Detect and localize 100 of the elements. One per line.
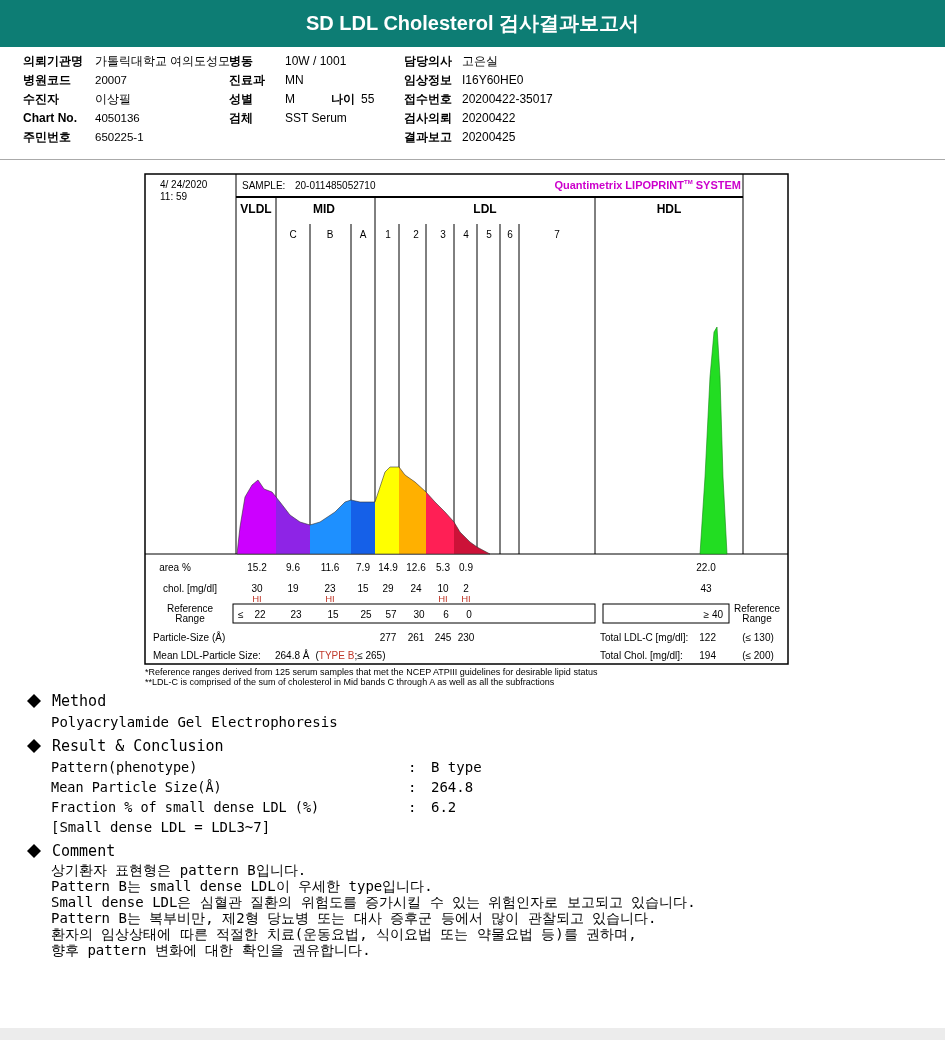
field-label: 검체 bbox=[229, 111, 254, 126]
comment-line: Pattern B는 복부비만, 제2형 당뇨병 또는 대사 증후군 등에서 많이 관찰되고 있습니다. bbox=[51, 910, 658, 926]
table-cell: 261 bbox=[407, 632, 425, 643]
table-cell: 43 bbox=[700, 583, 712, 594]
field-label: 접수번호 bbox=[404, 92, 453, 107]
result-value: 6.2 bbox=[431, 798, 457, 817]
field-value: I16Y60HE0 bbox=[462, 73, 525, 88]
result-value: B type bbox=[431, 758, 482, 777]
comment-line: 상기환자 표현형은 pattern B입니다. bbox=[51, 862, 308, 878]
colon-separator: : bbox=[408, 778, 418, 797]
subband-label: 6 bbox=[507, 229, 513, 240]
diamond-bullet-icon bbox=[27, 844, 41, 858]
table-cell: 5.3 bbox=[436, 562, 450, 573]
field-label: 담당의사 bbox=[404, 54, 453, 69]
mean-size-value: 264.8 Å (TYPE B;≤ 265) bbox=[275, 650, 386, 661]
footnote: **LDL-C is comprised of the sum of cholesterol in Mid bands C through A as well as all the subfractions bbox=[145, 677, 556, 687]
field-value: M bbox=[285, 92, 295, 107]
diamond-bullet-icon bbox=[27, 739, 41, 753]
field-value: 20200425 bbox=[462, 130, 517, 145]
field-value: 10W / 1001 bbox=[285, 54, 347, 69]
colon-separator: : bbox=[408, 758, 418, 777]
total-label: Total Chol. [mg/dl]: bbox=[600, 650, 683, 661]
field-value: 고은실 bbox=[462, 54, 499, 69]
field-value: 650225-1 bbox=[95, 130, 145, 145]
table-cell: 10 bbox=[437, 583, 449, 594]
subband-label: 3 bbox=[440, 229, 446, 240]
band-group-label: MID bbox=[313, 202, 335, 216]
row-label: area % bbox=[159, 562, 191, 573]
field-label: 의뢰기관명 bbox=[23, 54, 84, 69]
subband-label: B bbox=[326, 229, 334, 240]
field-value: 20007 bbox=[95, 73, 128, 88]
brand-logo-text: Quantimetrix LIPOPRINT$^{TM}$ SYSTEM bbox=[554, 179, 741, 191]
band-group-label: HDL bbox=[656, 202, 682, 216]
subband-label: 2 bbox=[413, 229, 419, 240]
field-value: 20200422-35017 bbox=[462, 92, 554, 107]
row-label: chol. [mg/dl] bbox=[163, 583, 217, 594]
table-cell: 245 bbox=[434, 632, 452, 643]
field-value: 20200422 bbox=[462, 111, 517, 126]
table-cell: 57 bbox=[385, 609, 397, 620]
row-label: Reference Range bbox=[733, 603, 781, 624]
field-label: 수진자 bbox=[23, 92, 60, 107]
field-label: Chart No. bbox=[23, 111, 78, 126]
result-label: Mean Particle Size(Å) bbox=[51, 778, 223, 797]
comment-line: 향후 pattern 변화에 대한 확인을 권유합니다. bbox=[51, 942, 372, 958]
subband-label: 7 bbox=[554, 229, 560, 240]
total-label: Total LDL-C [mg/dl]: bbox=[600, 632, 689, 643]
table-cell: 6 bbox=[443, 609, 449, 620]
table-cell: 30 bbox=[251, 583, 263, 594]
table-cell: 25 bbox=[360, 609, 372, 620]
field-label: 병동 bbox=[229, 54, 254, 69]
total-value: 122 bbox=[699, 632, 716, 643]
table-cell: 23 bbox=[290, 609, 302, 620]
table-cell: 30 bbox=[413, 609, 425, 620]
table-cell: 22.0 bbox=[696, 562, 716, 573]
total-value: 194 bbox=[699, 650, 716, 661]
field-label: 나이 bbox=[331, 92, 355, 107]
table-cell: 15.2 bbox=[247, 562, 267, 573]
band-group-label: VLDL bbox=[240, 202, 272, 216]
comment-line: 환자의 임상상태에 따른 적절한 치료(운동요법, 식이요법 또는 약물요법 등)를 권하며, bbox=[51, 926, 638, 942]
table-cell: 22 bbox=[254, 609, 266, 620]
less-equal-sign: ≤ bbox=[238, 609, 244, 620]
method-text: Polyacrylamide Gel Electrophoresis bbox=[51, 713, 339, 732]
table-cell: 9.6 bbox=[286, 562, 300, 573]
sample-time: 11: 59 bbox=[160, 191, 188, 202]
total-limit: (≤ 200) bbox=[742, 650, 774, 661]
table-cell: 15 bbox=[357, 583, 369, 594]
section-heading: Result & Conclusion bbox=[52, 737, 224, 755]
row-label: Mean LDL-Particle Size: bbox=[153, 650, 261, 661]
sample-id: 20-011485052710 bbox=[295, 180, 376, 191]
subband-label: A bbox=[359, 229, 367, 240]
high-indicator-text: HI bbox=[461, 593, 471, 604]
subband-label: C bbox=[289, 229, 297, 240]
subband-label: 4 bbox=[463, 229, 469, 240]
table-cell: 23 bbox=[324, 583, 336, 594]
table-cell: ≥ 40 bbox=[703, 609, 723, 620]
section-heading: Comment bbox=[52, 842, 116, 860]
field-label: 성별 bbox=[229, 92, 254, 107]
comment-line: Pattern B는 small dense LDL이 우세한 type입니다. bbox=[51, 878, 434, 894]
field-value: 55 bbox=[361, 92, 375, 107]
result-value: 264.8 bbox=[431, 778, 474, 797]
table-cell: 0 bbox=[466, 609, 472, 620]
table-cell: 11.6 bbox=[320, 562, 340, 573]
subband-label: 1 bbox=[385, 229, 391, 240]
subband-label: 5 bbox=[486, 229, 492, 240]
field-value: MN bbox=[285, 73, 304, 88]
field-value: 이상필 bbox=[95, 92, 132, 107]
field-label: 진료과 bbox=[229, 73, 266, 88]
field-label: 병원코드 bbox=[23, 73, 72, 88]
result-label: Pattern(phenotype) bbox=[51, 758, 199, 777]
field-value: 4050136 bbox=[95, 111, 141, 126]
result-label: Fraction % of small dense LDL (%) bbox=[51, 798, 321, 817]
footnote: *Reference ranges derived from 125 serum samples that met the NCEP ATPIII guidelines for desirable lipid status bbox=[145, 667, 599, 677]
field-label: 검사의뢰 bbox=[404, 111, 453, 126]
table-cell: 19 bbox=[287, 583, 299, 594]
table-cell: 29 bbox=[382, 583, 394, 594]
total-limit: (≤ 130) bbox=[742, 632, 774, 643]
table-cell: 24 bbox=[410, 583, 422, 594]
section-heading: Method bbox=[52, 692, 107, 710]
table-cell: 7.9 bbox=[356, 562, 370, 573]
row-label: Particle-Size (Å) bbox=[153, 632, 226, 643]
